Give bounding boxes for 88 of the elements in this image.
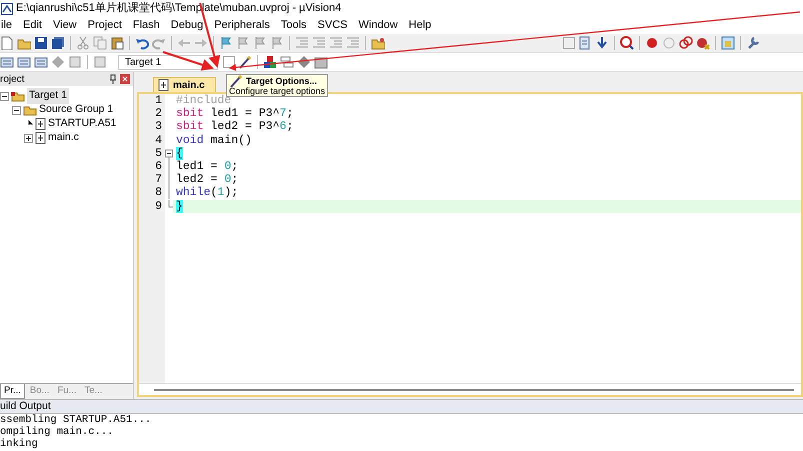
code-line: sbit led1 = P3^7;: [175, 107, 294, 120]
line-number: 9: [154, 200, 162, 213]
code-line: void main(): [175, 134, 253, 147]
menu-item[interactable]: ile: [0, 17, 14, 34]
flag-icon[interactable]: [270, 36, 284, 50]
line-number: 7: [154, 173, 162, 186]
file-icon: [35, 132, 46, 144]
build-icon[interactable]: [17, 55, 31, 69]
build-icon[interactable]: [34, 55, 48, 69]
breakpoint-icon[interactable]: [645, 36, 659, 50]
line-number: 8: [154, 186, 162, 200]
code-line: led1 = 0;: [175, 160, 240, 174]
collapse-icon[interactable]: [12, 106, 21, 114]
menu-item[interactable]: Window: [358, 17, 399, 34]
close-icon[interactable]: [120, 74, 130, 84]
diamond-icon[interactable]: [297, 55, 311, 69]
stack-icon[interactable]: [280, 55, 294, 69]
line-number: 5: [154, 146, 162, 160]
line-number: 2: [154, 107, 162, 120]
code-line: led2 = 0;: [175, 173, 240, 186]
grid-icon[interactable]: [93, 55, 107, 69]
indent-icon[interactable]: [346, 36, 360, 50]
menu-item[interactable]: Tools: [280, 17, 308, 34]
scroll-bar[interactable]: [154, 388, 794, 390]
menu-item[interactable]: Debug: [170, 17, 204, 34]
menu-item[interactable]: Peripherals: [213, 17, 271, 34]
code-line: #include: [175, 94, 232, 108]
magic-wand-icon[interactable]: [238, 55, 252, 69]
tooltip-text: Configure target options: [229, 86, 326, 96]
indent-icon[interactable]: [329, 36, 343, 50]
file-tab[interactable]: main.c: [153, 77, 216, 92]
folder-icon: [23, 104, 37, 116]
output-line: ompiling main.c...: [0, 426, 114, 438]
menu-item[interactable]: Flash: [132, 17, 161, 34]
menu-item[interactable]: Edit: [22, 17, 43, 34]
panel-tab[interactable]: Pr...: [0, 384, 25, 399]
document-icon[interactable]: [578, 36, 592, 50]
page-icon[interactable]: [0, 36, 14, 50]
tooltip-title: Target Options...: [246, 76, 317, 86]
menu-item[interactable]: Help: [408, 17, 432, 34]
blocks-icon[interactable]: [263, 55, 277, 69]
download-icon[interactable]: [595, 36, 609, 50]
line-number: 3: [154, 120, 162, 134]
scissors-icon[interactable]: [76, 36, 90, 50]
fold-toggle-icon[interactable]: [165, 146, 173, 160]
books-icon[interactable]: [314, 55, 328, 69]
line-number: 1: [154, 94, 162, 108]
wrench-icon[interactable]: [746, 36, 760, 50]
gem-icon[interactable]: [51, 55, 65, 69]
breakpoint-icon[interactable]: [696, 36, 710, 50]
menu-item[interactable]: View: [52, 17, 78, 34]
output-line: ssembling STARTUP.A51...: [0, 414, 152, 426]
folder-icon: [11, 90, 25, 102]
output-line: inking: [0, 438, 39, 450]
line-number: 4: [154, 134, 162, 147]
panel-title: uild Output: [0, 399, 803, 414]
line-number: 6: [154, 160, 162, 174]
rings-icon[interactable]: [679, 36, 693, 50]
dropdown-button[interactable]: [223, 56, 235, 68]
flag-icon[interactable]: [236, 36, 250, 50]
undo-icon[interactable]: [135, 36, 149, 50]
menu-item[interactable]: SVCS: [316, 17, 349, 34]
indent-icon[interactable]: [295, 36, 309, 50]
clipboard-icon[interactable]: [110, 36, 124, 50]
magnifier-icon[interactable]: [620, 36, 634, 50]
target-select[interactable]: Target 1: [118, 54, 218, 70]
code-line: while(1);: [175, 186, 240, 200]
flag-icon[interactable]: [253, 36, 267, 50]
collapse-icon[interactable]: [0, 92, 9, 100]
disks-icon[interactable]: [51, 36, 65, 50]
app-icon: [1, 2, 13, 14]
folder-icon[interactable]: [371, 36, 385, 50]
tree-item[interactable]: Source Group 1: [39, 102, 114, 118]
grid-icon[interactable]: [68, 55, 82, 69]
menu-item[interactable]: Project: [86, 17, 123, 34]
magic-wand-icon: [229, 74, 243, 88]
tree-item[interactable]: Target 1: [27, 88, 69, 104]
pin-icon[interactable]: [109, 74, 118, 84]
tree-item[interactable]: main.c: [48, 130, 79, 146]
file-icon: [35, 118, 46, 130]
code-line: sbit led2 = P3^6;: [175, 120, 294, 134]
panel-title: roject: [0, 72, 24, 86]
indent-icon[interactable]: [312, 36, 326, 50]
build-icon[interactable]: [0, 55, 14, 69]
flag-icon[interactable]: [219, 36, 233, 50]
window-icon[interactable]: [721, 36, 735, 50]
tree-item[interactable]: STARTUP.A51: [48, 116, 116, 132]
expand-icon[interactable]: [24, 134, 33, 142]
